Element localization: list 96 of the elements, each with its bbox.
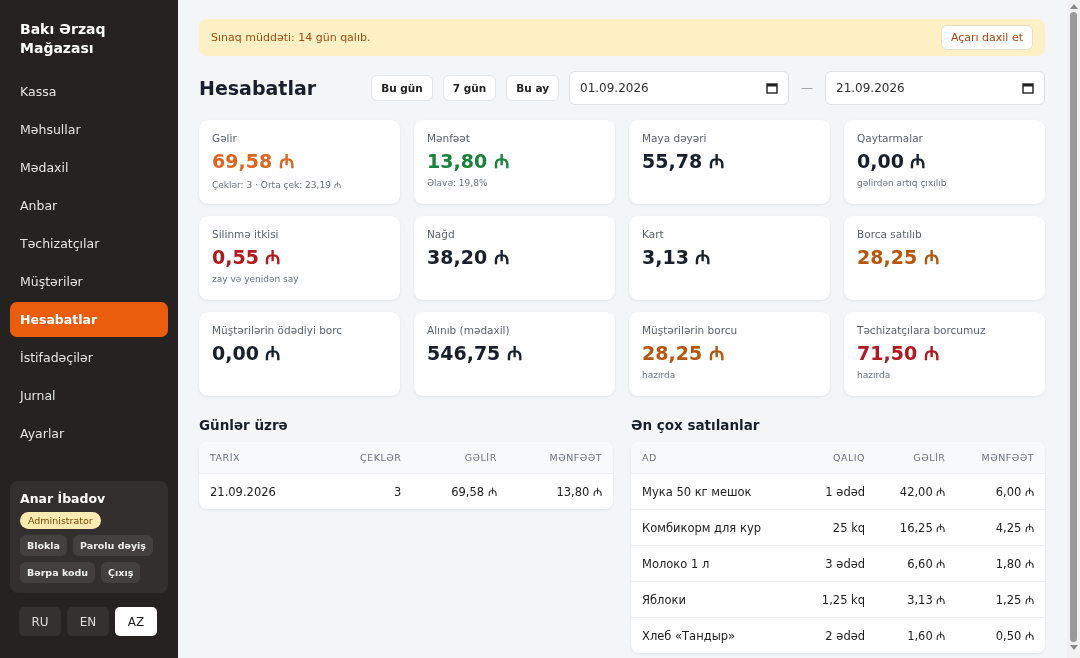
table-cell: Молоко 1 л (631, 545, 799, 582)
table-cell: Комбикорм для кур (631, 509, 799, 546)
column-header: QALIQ (798, 442, 877, 474)
table-cell: 3 ədəd (798, 545, 877, 582)
stat-value: 28,25 ₼ (857, 245, 940, 270)
role-badge: Administrator (20, 512, 101, 529)
nav-item[interactable]: İstifadəçilər (10, 340, 168, 375)
language-button[interactable]: AZ (115, 607, 157, 636)
column-header: GƏLİR (412, 442, 508, 474)
stat-label: Mənfəət (427, 132, 471, 144)
nav-item[interactable]: Təchizatçılar (10, 226, 168, 261)
stat-label: Təchizatçılara borcumuz (857, 324, 987, 336)
user-action-button[interactable]: Bərpa kodu (20, 562, 96, 583)
table-cell: Яблоки (631, 581, 799, 618)
range-button[interactable]: Bu gün (371, 75, 433, 101)
stat-note: Əlavə: 19,8% (427, 178, 489, 188)
stat-note: Çeklər: 3 · Orta çek: 23,19 ₼ (212, 179, 342, 191)
table-cell: 1,80 ₼ (956, 545, 1045, 582)
table-cell: Хлеб «Тандыр» (631, 617, 799, 653)
table-cell: 6,00 ₼ (956, 473, 1045, 510)
table-cell: 2 ədəd (798, 617, 877, 653)
table-cell: 3,13 ₼ (876, 581, 957, 618)
table-cell: Мука 50 кг мешок (631, 473, 799, 510)
user-action-button[interactable]: Blokla (20, 535, 67, 556)
scrollbar-thumb[interactable] (1070, 12, 1077, 642)
table-cell: 1,25 ₼ (956, 581, 1045, 618)
table-cell: 69,58 ₼ (412, 473, 508, 509)
table-cell: 42,00 ₼ (876, 473, 957, 510)
table-cell: 1 ədəd (798, 473, 877, 510)
user-action-button[interactable]: Parolu dəyiş (73, 535, 154, 556)
date-separator: — (801, 81, 813, 95)
stat-value: 71,50 ₼ (857, 341, 940, 366)
table-cell: 13,80 ₼ (507, 473, 613, 509)
table-cell: 6,60 ₼ (876, 545, 957, 582)
column-header: GƏLİR (876, 442, 957, 474)
section-title: Günlər üzrə (199, 417, 289, 433)
table-cell: 25 kq (798, 509, 877, 546)
user-name: Anar İbadov (20, 491, 107, 506)
scroll-down-icon[interactable] (1069, 645, 1078, 650)
stat-label: Maya dəyəri (642, 132, 708, 144)
language-button[interactable]: RU (19, 607, 61, 636)
stat-label: Borca satılıb (857, 228, 923, 240)
stat-note: hazırda (642, 370, 677, 380)
table-cell: 1,60 ₼ (876, 617, 957, 653)
table-cell: 16,25 ₼ (876, 509, 957, 546)
table-cell: 3 (323, 473, 413, 509)
column-header: MƏNFƏƏT (956, 442, 1045, 474)
stat-label: Müştərilərin ödədiyi borc (212, 324, 344, 336)
table-cell: 21.09.2026 (199, 473, 324, 509)
language-button[interactable]: EN (67, 607, 109, 636)
stat-value: 0,55 ₼ (212, 245, 282, 270)
date-field[interactable]: 01.09.2026 (569, 71, 789, 105)
range-button[interactable]: Bu ay (506, 75, 559, 101)
stat-label: Silinmə itkisi (212, 228, 280, 240)
nav-item[interactable]: Anbar (10, 188, 168, 223)
trial-text: Sınaq müddəti: 14 gün qalıb. (211, 31, 371, 44)
column-header: TARİX (199, 442, 324, 474)
stat-value: 28,25 ₼ (642, 341, 725, 366)
brand-title: Bakı Ərzaq Mağazası (19, 20, 107, 58)
stat-label: Qaytarmalar (857, 132, 924, 144)
nav-item[interactable]: Kassa (10, 74, 168, 109)
stat-value: 38,20 ₼ (427, 245, 510, 270)
stat-label: Nağd (427, 228, 456, 240)
nav-item[interactable]: Ayarlar (10, 416, 168, 451)
stat-label: Kart (642, 228, 665, 240)
stat-note: zay və yenidən say (212, 274, 300, 284)
page-title: Hesabatlar (199, 77, 318, 99)
enter-key-button[interactable]: Açarı daxil et (940, 25, 1033, 50)
stat-note: gəlirdən artıq çıxılıb (857, 178, 948, 188)
column-header: MƏNFƏƏT (507, 442, 613, 474)
nav-item[interactable]: Jurnal (10, 378, 168, 413)
stat-value: 3,13 ₼ (642, 245, 712, 270)
range-button[interactable]: 7 gün (442, 75, 497, 101)
stat-value: 69,58 ₼ (212, 149, 295, 174)
stat-value: 0,00 ₼ (857, 149, 927, 174)
stat-value: 0,00 ₼ (212, 341, 282, 366)
column-header: ÇEKLƏR (323, 442, 413, 474)
stat-note: hazırda (857, 370, 892, 380)
nav-item[interactable]: Məhsullar (10, 112, 168, 147)
stat-label: Alınıb (mədaxil) (427, 324, 511, 336)
calendar-icon[interactable] (766, 82, 778, 94)
date-field[interactable]: 21.09.2026 (825, 71, 1045, 105)
stat-label: Gəlir (212, 132, 238, 144)
table-cell: 1,25 kq (798, 581, 877, 618)
stat-value: 546,75 ₼ (427, 341, 523, 366)
column-header: AD (631, 442, 799, 474)
table-cell: 4,25 ₼ (956, 509, 1045, 546)
nav-item[interactable]: Mədaxil (10, 150, 168, 185)
nav-item[interactable]: Müştərilər (10, 264, 168, 299)
stat-value: 13,80 ₼ (427, 149, 510, 174)
stat-value: 55,78 ₼ (642, 149, 725, 174)
section-title: Ən çox satılanlar (631, 417, 761, 433)
stat-label: Müştərilərin borcu (642, 324, 739, 336)
calendar-icon[interactable] (1022, 82, 1034, 94)
user-action-button[interactable]: Çıxış (101, 562, 141, 583)
table-cell: 0,50 ₼ (956, 617, 1045, 653)
